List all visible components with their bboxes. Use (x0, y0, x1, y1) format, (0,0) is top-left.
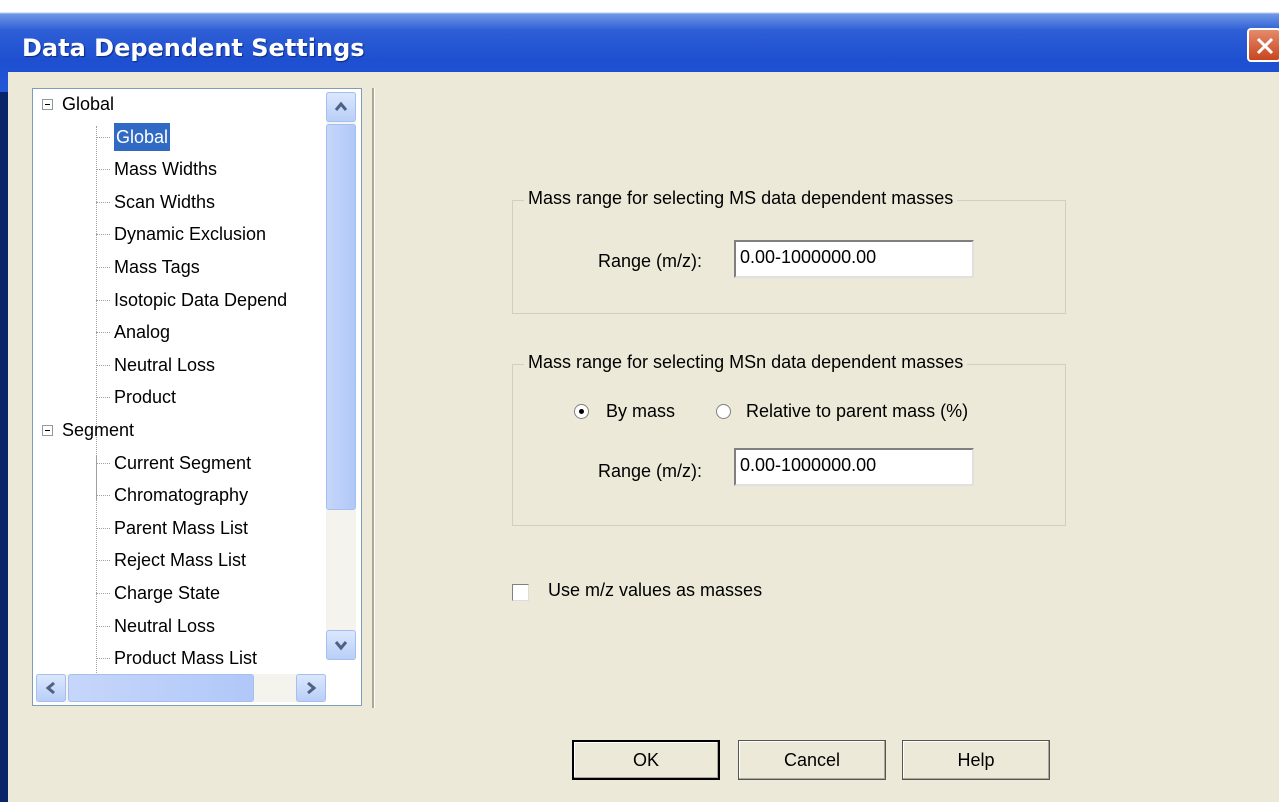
relative-to-parent-label[interactable]: Relative to parent mass (%) (746, 401, 968, 422)
tree-leaf[interactable]: Analog (114, 318, 170, 346)
chevron-down-icon (334, 641, 348, 651)
tree-connector (96, 397, 110, 399)
tree-connector (96, 455, 97, 689)
close-button[interactable] (1247, 28, 1279, 62)
tree-connector (96, 169, 110, 171)
tree-leaf[interactable]: Charge State (114, 579, 220, 607)
tree-connector (96, 495, 110, 497)
window-title: Data Dependent Settings (22, 34, 365, 62)
ms-range-input[interactable]: 0.00-1000000.00 (734, 240, 974, 278)
tree-connector (96, 267, 110, 268)
tree-leaf[interactable]: Product Mass List (114, 644, 257, 672)
close-icon (1256, 37, 1274, 55)
ms-group-legend: Mass range for selecting MS data depende… (524, 188, 958, 209)
tree-node[interactable]: Global (62, 90, 114, 118)
scroll-left-button[interactable] (36, 674, 66, 702)
use-mz-label[interactable]: Use m/z values as masses (548, 580, 762, 601)
tree-leaf[interactable]: Mass Widths (114, 155, 217, 183)
ms-range-label: Range (m/z): (598, 251, 703, 271)
tree-horizontal-scrollbar[interactable] (36, 674, 326, 702)
tree-expander-icon[interactable] (42, 425, 53, 436)
msn-mass-range-group (512, 364, 1066, 526)
tree-connector (96, 527, 110, 529)
horizontal-scroll-thumb[interactable] (68, 674, 254, 702)
tree-expander-icon[interactable] (42, 99, 53, 110)
tree-leaf[interactable]: Isotopic Data Depend (114, 286, 287, 314)
tree-connector (96, 593, 110, 594)
scroll-right-button[interactable] (296, 674, 326, 702)
tree-leaf[interactable]: Neutral Loss (114, 351, 215, 379)
tree-connector (96, 462, 110, 464)
msn-group-legend: Mass range for selecting MSn data depend… (524, 352, 968, 373)
scroll-thumb[interactable] (326, 124, 356, 510)
scroll-down-button[interactable] (326, 630, 356, 660)
msn-range-input[interactable]: 0.00-1000000.00 (734, 448, 974, 486)
scroll-up-button[interactable] (326, 92, 356, 122)
by-mass-label[interactable]: By mass (606, 401, 675, 422)
tree-connector (96, 234, 110, 236)
tree-connector (96, 299, 110, 301)
tree-leaf[interactable]: Reject Mass List (114, 546, 246, 574)
chevron-right-icon (307, 681, 317, 695)
relative-to-parent-radio[interactable] (716, 404, 731, 419)
use-mz-checkbox[interactable] (512, 584, 529, 601)
chevron-up-icon (334, 101, 348, 111)
cancel-button[interactable]: Cancel (738, 740, 886, 780)
tree-leaf[interactable]: Chromatography (114, 481, 248, 509)
tree-leaf[interactable]: Global (114, 122, 171, 151)
tree-connector (96, 201, 110, 203)
tree-leaf[interactable]: Dynamic Exclusion (114, 220, 266, 248)
pane-splitter[interactable] (372, 88, 375, 708)
tree-leaf[interactable]: Neutral Loss (114, 612, 215, 640)
ok-button[interactable]: OK (572, 740, 720, 780)
tree-node[interactable]: Segment (62, 416, 134, 444)
chevron-left-icon (45, 681, 55, 695)
tree-leaf[interactable]: Product (114, 383, 176, 411)
tree-leaf[interactable]: Current Segment (114, 449, 251, 477)
tree-vertical-scrollbar[interactable] (326, 92, 356, 660)
dialog-window: Data Dependent Settings Global Global Mass… (0, 0, 1279, 802)
tree-leaf[interactable]: Mass Tags (114, 253, 200, 281)
by-mass-radio[interactable] (574, 404, 589, 419)
tree-connector (96, 136, 110, 138)
msn-range-label: Range (m/z): (598, 461, 703, 481)
tree-leaf[interactable]: Scan Widths (114, 188, 215, 216)
tree-connector (96, 364, 110, 366)
tree-connector (96, 625, 110, 627)
help-button[interactable]: Help (902, 740, 1050, 780)
tree-connector (96, 332, 110, 334)
tree-connector (96, 560, 110, 562)
tree-connector (96, 658, 110, 660)
tree-leaf[interactable]: Parent Mass List (114, 514, 248, 542)
